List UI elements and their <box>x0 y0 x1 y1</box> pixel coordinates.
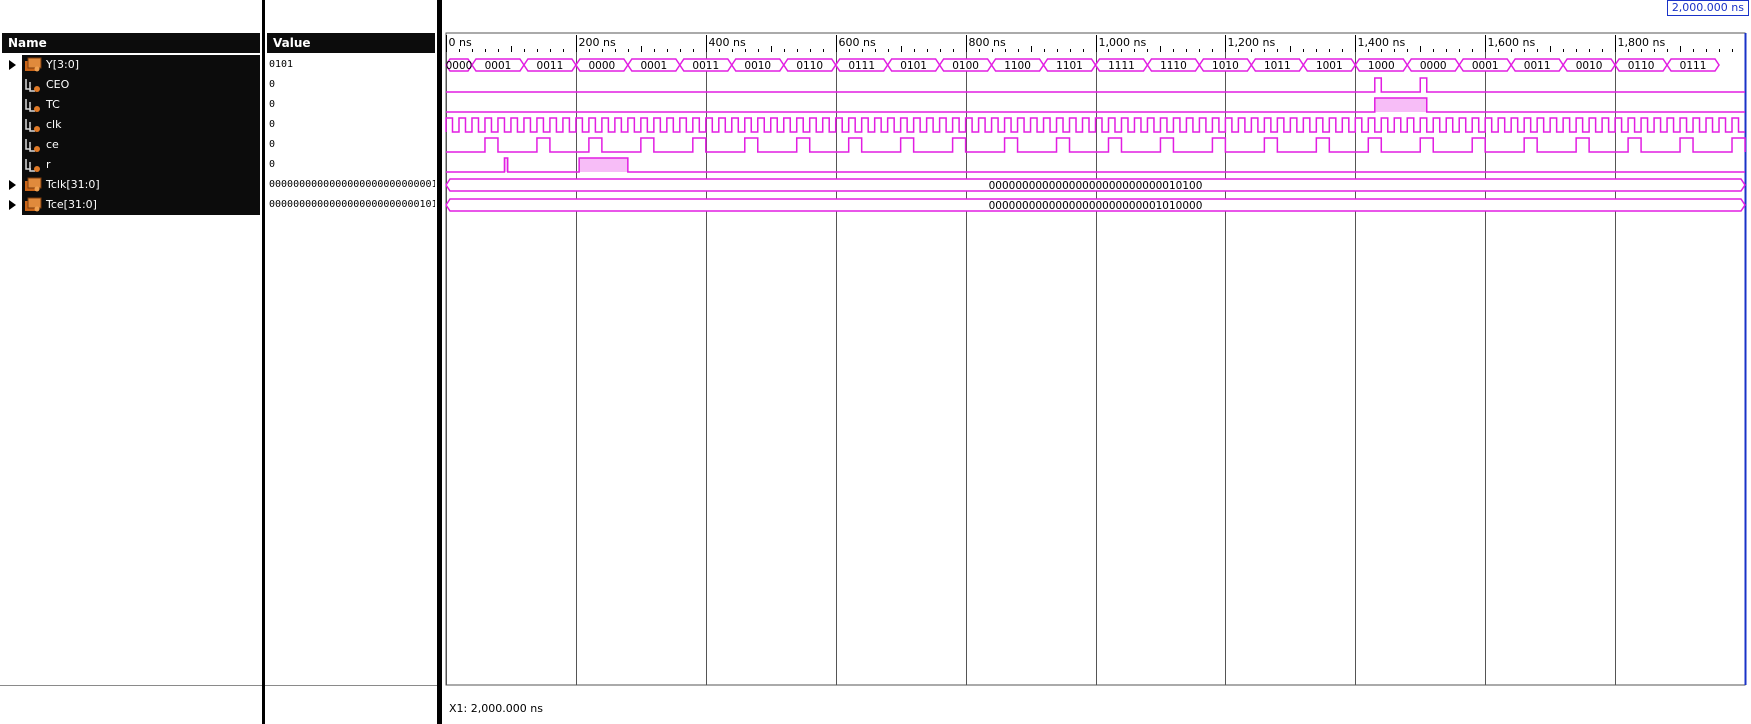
waveform-panel[interactable]: 0 ns 200 ns 400 ns 600 ns 800 ns 1,000 ns 1,20… <box>442 0 1751 724</box>
y-bus-value-label: 0001 <box>1472 60 1499 72</box>
value-panel-divider <box>265 685 437 686</box>
signal-value-y-3-0: 0101 <box>269 59 294 70</box>
signal-row-tce-31-0[interactable]: Tce[31:0] <box>9 195 260 215</box>
bit-signal-icon <box>24 117 42 133</box>
ceo-trace <box>446 77 1745 93</box>
y-bus-value-label: 1111 <box>1108 60 1135 72</box>
y-bus-value-label: 0010 <box>744 60 771 72</box>
y-bus-value-label: 0010 <box>1576 60 1603 72</box>
cursor-readout: X1: 2,000.000 ns <box>449 702 543 715</box>
signal-value-r: 0 <box>269 159 276 170</box>
signal-list: Y[3:0] CEO TC clk ce r Tclk[31:0] Tce[31:0] <box>9 55 260 215</box>
time-ruler-label: 800 ns <box>969 36 1006 49</box>
signal-row-clk[interactable]: clk <box>22 115 260 135</box>
time-ruler-label: 1,200 ns <box>1228 36 1276 49</box>
y-bus-value-label: 1000 <box>1368 60 1395 72</box>
signal-row-r[interactable]: r <box>22 155 260 175</box>
time-ruler-label: 1,000 ns <box>1099 36 1147 49</box>
tclk-bus-value-label: 00000000000000000000000000010100 <box>989 180 1203 192</box>
y-bus-value-label: 1100 <box>1004 60 1031 72</box>
tc-trace <box>446 97 1745 113</box>
r-trace <box>446 157 1745 173</box>
ce-trace <box>446 137 1746 153</box>
clk-trace <box>445 117 1745 133</box>
y-bus-value-label: 1101 <box>1056 60 1083 72</box>
y-bus-value-label: 0011 <box>692 60 719 72</box>
cursor-time-label[interactable]: 2,000.000 ns <box>1666 0 1749 16</box>
signal-row-ce[interactable]: ce <box>22 135 260 155</box>
y-bus-value-label: 0000 <box>1420 60 1447 72</box>
time-ruler-label: 200 ns <box>579 36 616 49</box>
y-bus-value-label: 1010 <box>1212 60 1239 72</box>
bit-signal-icon <box>24 137 42 153</box>
signal-name: clk <box>46 118 62 131</box>
signal-name: Y[3:0] <box>46 58 80 71</box>
signal-name: Tce[31:0] <box>46 198 97 211</box>
signal-name: CEO <box>46 78 70 91</box>
bit-signal-icon <box>24 77 42 93</box>
r-high-fill <box>579 158 628 172</box>
expand-arrow-icon[interactable] <box>6 195 18 215</box>
y-bus-value-label: 0001 <box>485 60 512 72</box>
signal-value-tce-31-0: 00000000000000000000000001010000 <box>269 199 435 210</box>
value-column-header[interactable]: Value <box>267 33 435 53</box>
time-ruler-label: 1,600 ns <box>1488 36 1536 49</box>
y-bus-value-label: 0011 <box>1524 60 1551 72</box>
signal-name: r <box>46 158 51 171</box>
bit-signal-icon <box>24 157 42 173</box>
signal-value-clk: 0 <box>269 119 276 130</box>
tce-bus-value-label: 00000000000000000000000001010000 <box>989 200 1203 212</box>
expand-arrow-icon[interactable] <box>6 175 18 195</box>
signal-value-ce: 0 <box>269 139 276 150</box>
y-bus-value-label: 0111 <box>848 60 875 72</box>
bus-signal-icon <box>24 57 42 73</box>
time-ruler-label: 1,800 ns <box>1618 36 1666 49</box>
waveform-canvas[interactable]: 0 ns 200 ns 400 ns 600 ns 800 ns 1,000 ns 1,20… <box>442 0 1751 724</box>
y-bus-value-label: 0000 <box>589 60 616 72</box>
signal-value-ceo: 0 <box>269 79 276 90</box>
signal-value-tclk-31-0: 00000000000000000000000000010100 <box>269 179 435 190</box>
y-bus-value-label: 0110 <box>1628 60 1655 72</box>
expand-arrow-icon[interactable] <box>6 55 18 75</box>
y-bus-value-label: 0111 <box>1680 60 1707 72</box>
time-ruler-label: 1,400 ns <box>1358 36 1406 49</box>
y-bus-value-label: 0110 <box>796 60 823 72</box>
y-bus-value-label: 0100 <box>952 60 979 72</box>
bit-signal-icon <box>24 97 42 113</box>
y-bus-value-label: 0001 <box>640 60 667 72</box>
y-bus-value-label: 0011 <box>537 60 564 72</box>
signal-name: ce <box>46 138 59 151</box>
time-ruler-label: 400 ns <box>709 36 746 49</box>
name-column-header[interactable]: Name <box>2 33 260 53</box>
y-bus-value-label: 1110 <box>1160 60 1187 72</box>
y-bus-value-label: 1001 <box>1316 60 1343 72</box>
signal-row-tc[interactable]: TC <box>22 95 260 115</box>
name-panel: Name Y[3:0] CEO TC clk ce r Tclk[31:0] Tce[31:0… <box>0 0 263 724</box>
signal-name: Tclk[31:0] <box>46 178 100 191</box>
y-bus-value-label: 1011 <box>1264 60 1291 72</box>
y-bus-value-label: 0101 <box>900 60 927 72</box>
time-ruler-label: 600 ns <box>839 36 876 49</box>
value-panel: Value 0101 0 0 0 0 0 0000000000000000000000000… <box>265 0 437 724</box>
signal-value-tc: 0 <box>269 99 276 110</box>
signal-row-ceo[interactable]: CEO <box>22 75 260 95</box>
bus-signal-icon <box>24 197 42 213</box>
name-panel-divider <box>0 685 262 686</box>
bus-signal-icon <box>24 177 42 193</box>
tc-high-fill <box>1374 98 1427 112</box>
signal-row-tclk-31-0[interactable]: Tclk[31:0] <box>9 175 260 195</box>
time-ruler-label: 0 ns <box>449 36 472 49</box>
signal-row-y-3-0[interactable]: Y[3:0] <box>9 55 260 75</box>
signal-name: TC <box>46 98 60 111</box>
y-bus-value-label: 0000 <box>446 60 473 72</box>
